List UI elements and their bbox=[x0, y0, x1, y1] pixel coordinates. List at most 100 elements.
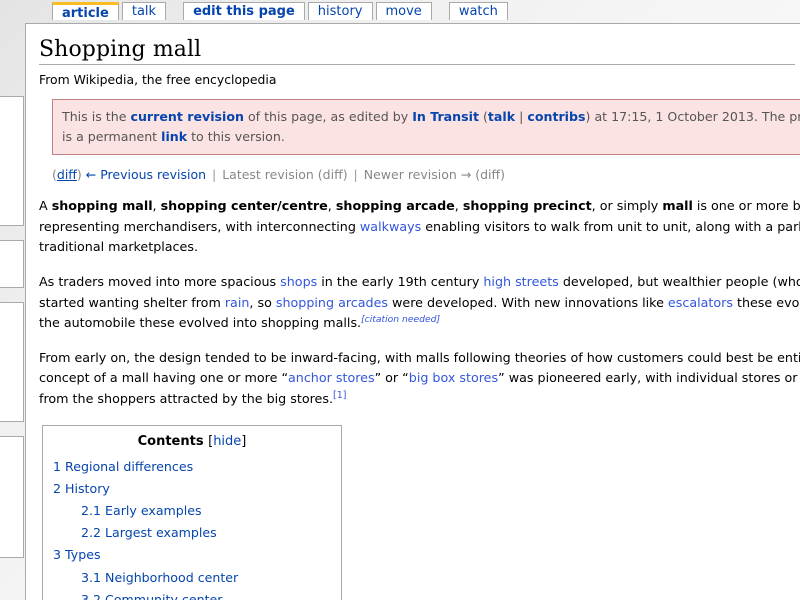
toc-item-link[interactable]: 3.1 Neighborhood center bbox=[81, 570, 238, 585]
latest-revision-label: Latest revision bbox=[222, 167, 314, 183]
toc-item-link[interactable]: 2 History bbox=[53, 481, 110, 496]
toc-item-link[interactable]: 2.1 Early examples bbox=[81, 503, 202, 518]
text-run: , bbox=[454, 198, 463, 214]
wiki-link[interactable]: escalators bbox=[668, 295, 733, 310]
wiki-link[interactable]: high streets bbox=[483, 274, 558, 289]
toc-item[interactable]: 1 Regional differences bbox=[53, 457, 331, 477]
citation-needed-marker[interactable]: [citation needed] bbox=[361, 314, 440, 325]
sidebar-portlet-toolbox bbox=[0, 302, 24, 422]
nav-separator-2: | bbox=[353, 167, 358, 183]
toc-list: 1 Regional differences 2 History 2.1 Early ex… bbox=[53, 457, 331, 600]
toc-item[interactable]: 3 Types bbox=[53, 545, 331, 565]
site-subtitle: From Wikipedia, the free encyclopedia bbox=[39, 72, 277, 88]
revision-notice-box: This is the current revision of this pag… bbox=[52, 99, 800, 156]
toc-item[interactable]: 3.2 Community center bbox=[53, 590, 331, 600]
text-run: , bbox=[152, 198, 161, 214]
toc-item-link[interactable]: 2.2 Largest examples bbox=[81, 525, 217, 540]
toc-item-number: 2 bbox=[53, 481, 62, 497]
notice-lead: This is the bbox=[62, 109, 131, 125]
text-run: were developed. With new innovations lik… bbox=[388, 294, 668, 310]
sidebar-portlet-navigation bbox=[0, 96, 24, 226]
text-run: A bbox=[39, 198, 52, 214]
revision-navigation: (diff) ← Previous revision | Latest revi… bbox=[52, 167, 506, 183]
toc-item[interactable]: 3.1 Neighborhood center bbox=[53, 568, 331, 588]
text-run: in the early 19th century bbox=[317, 273, 484, 289]
page-background: Shopping mall From Wikipedia, the free e… bbox=[0, 0, 800, 600]
bold-term: shopping arcade bbox=[335, 198, 455, 214]
toc-item-number: 2.1 bbox=[81, 503, 102, 519]
page-title: Shopping mall bbox=[39, 37, 795, 66]
tab-move[interactable]: move bbox=[375, 2, 432, 20]
text-run: representing merchandisers, with interco… bbox=[39, 218, 360, 234]
newer-revision-label: Newer revision → bbox=[363, 167, 472, 183]
text-run: these bbox=[732, 294, 777, 310]
text-run: As traders moved into more spacious bbox=[39, 273, 281, 289]
bold-term: shopping mall bbox=[51, 198, 153, 214]
notice-mid1: of this page, as edited by bbox=[243, 109, 413, 125]
toc-item-label: Largest examples bbox=[105, 525, 217, 541]
text-run: ” was pioneered early, with individual s… bbox=[498, 370, 785, 386]
paragraph-design: From early on, the design tended to be i… bbox=[39, 348, 800, 410]
tab-history[interactable]: history bbox=[307, 2, 373, 20]
tab-watch[interactable]: watch bbox=[448, 2, 508, 20]
bold-term: shopping center/centre bbox=[160, 198, 328, 214]
toc-item-link[interactable]: 1 Regional differences bbox=[53, 459, 193, 474]
toc-item-number: 1 bbox=[53, 459, 62, 475]
paragraph-history: As traders moved into more spacious shop… bbox=[39, 272, 800, 334]
wiki-link[interactable]: rain bbox=[225, 295, 250, 310]
reference-link[interactable]: [1] bbox=[333, 390, 346, 401]
paragraph-definition: A shopping mall, shopping center/centre,… bbox=[39, 196, 800, 258]
toc-item-link[interactable]: 3 Types bbox=[53, 547, 101, 562]
toc-item-label: Early examples bbox=[105, 503, 202, 519]
sidebar bbox=[0, 96, 24, 572]
previous-revision-link[interactable]: ← Previous revision bbox=[86, 167, 206, 182]
wiki-link[interactable]: walkways bbox=[360, 219, 421, 234]
toc-bracket-close: ] bbox=[241, 434, 247, 450]
sidebar-portlet-languages bbox=[0, 436, 24, 558]
toc-item[interactable]: 2.2 Largest examples bbox=[53, 523, 331, 543]
notice-pipe: | bbox=[515, 109, 528, 125]
user-contribs-link[interactable]: contribs bbox=[527, 109, 585, 124]
tab-talk[interactable]: talk bbox=[121, 2, 167, 20]
toc-item[interactable]: 2 History bbox=[53, 479, 331, 499]
toc-item[interactable]: 2.1 Early examples bbox=[53, 501, 331, 521]
toc-hide-link[interactable]: hide bbox=[213, 434, 241, 449]
toc-item-link[interactable]: 3.2 Community center bbox=[81, 592, 222, 600]
notice-timestamp: at 17:15, 1 October 2013. T bbox=[590, 109, 770, 125]
bold-term: mall bbox=[662, 198, 693, 214]
text-run: , or simply bbox=[591, 198, 663, 214]
toc-item-number: 3 bbox=[53, 547, 62, 563]
toc-item-label: Community center bbox=[105, 591, 223, 600]
tab-edit-this-page[interactable]: edit this page bbox=[183, 2, 305, 20]
toc-heading: Contents bbox=[137, 434, 204, 450]
sidebar-portlet-search bbox=[0, 240, 24, 288]
text-run: , so bbox=[249, 294, 276, 310]
wiki-link[interactable]: shops bbox=[280, 274, 317, 289]
tab-bar: article talk edit this page history move watc… bbox=[52, 2, 511, 26]
permalink-link[interactable]: link bbox=[161, 129, 187, 144]
user-talk-link[interactable]: talk bbox=[488, 109, 515, 124]
toc-item-label: Neighborhood center bbox=[105, 569, 239, 585]
text-run: or smaller-scale bbox=[784, 370, 800, 386]
diff-link[interactable]: diff bbox=[57, 167, 77, 182]
text-run: , bbox=[327, 198, 336, 214]
text-run: ” or “ bbox=[374, 370, 409, 386]
tab-article[interactable]: article bbox=[52, 2, 119, 21]
wiki-link[interactable]: anchor stores bbox=[288, 370, 375, 385]
toc-item-number: 2.2 bbox=[81, 525, 102, 541]
text-run: From early on, the design tended to be i… bbox=[39, 349, 800, 365]
notice-tail2: to this version. bbox=[187, 128, 285, 144]
editor-user-link[interactable]: In Transit bbox=[412, 109, 479, 124]
nav-separator-1: | bbox=[212, 167, 217, 183]
text-run: enabling visitors to walk from unit to u… bbox=[421, 218, 800, 234]
wiki-link[interactable]: big box stores bbox=[409, 370, 498, 385]
current-revision-link[interactable]: current revision bbox=[130, 109, 243, 124]
notice-paren-open: ( bbox=[478, 109, 488, 125]
table-of-contents: Contents [hide] 1 Regional differences 2 Hi… bbox=[42, 425, 342, 600]
content-area: Shopping mall From Wikipedia, the free e… bbox=[25, 23, 800, 600]
toc-title-row: Contents [hide] bbox=[53, 434, 331, 449]
reference-marker[interactable]: [1] bbox=[333, 390, 346, 401]
wiki-link[interactable]: shopping arcades bbox=[276, 295, 388, 310]
toc-item-number: 3.2 bbox=[81, 591, 102, 600]
text-run: is one or more buildings forming a bbox=[696, 198, 800, 214]
